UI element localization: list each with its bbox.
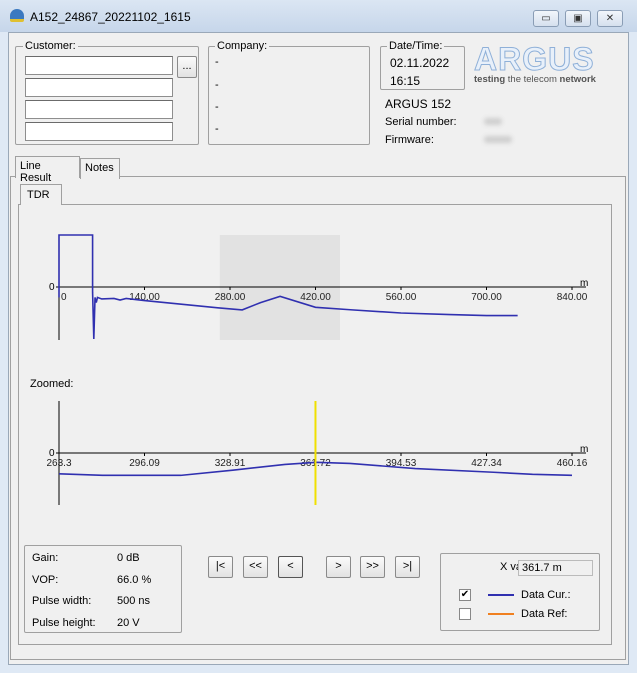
x-tick-label: 427.34 — [471, 458, 502, 469]
tab-line-result[interactable]: Line Result — [15, 156, 80, 184]
info-label: VOP: — [32, 573, 59, 586]
data-cur-line-swatch — [488, 594, 514, 596]
tab-tdr[interactable]: TDR — [20, 184, 62, 205]
x-tick-label: 328.91 — [215, 458, 246, 469]
x-value-field: 361.7 m — [518, 560, 593, 576]
info-value: 500 ns — [117, 595, 151, 607]
x-tick-label: 280.00 — [215, 292, 246, 303]
data-cur-label: Data Cur.: — [521, 589, 571, 601]
forward-button[interactable]: > — [326, 556, 351, 578]
x-tick-label: 296.09 — [129, 458, 160, 469]
data-cur-checkbox[interactable]: ✔ — [459, 589, 471, 601]
fast-forward-button[interactable]: >> — [360, 556, 385, 578]
info-value: 66.0 % — [117, 573, 152, 586]
x-tick-label: 263.3 — [46, 458, 71, 469]
info-value: 20 V — [117, 616, 140, 629]
x-tick-label: 0 — [61, 292, 67, 303]
data-ref-checkbox[interactable] — [459, 608, 471, 620]
back-button[interactable]: < — [278, 556, 303, 578]
info-label: Pulse width: — [32, 595, 92, 607]
y-tick-label: 0 — [49, 282, 55, 293]
x-axis-unit: m — [580, 278, 588, 289]
info-label: Gain: — [32, 552, 59, 564]
x-tick-label: 420.00 — [300, 292, 331, 303]
info-label: Pulse height: — [32, 616, 96, 629]
x-tick-label: 460.16 — [557, 458, 588, 469]
info-value: 0 dB — [117, 552, 140, 564]
x-tick-label: 560.00 — [386, 292, 417, 303]
data-ref-label: Data Ref: — [521, 608, 568, 620]
fast-back-button[interactable]: << — [243, 556, 268, 578]
x-axis-unit: m — [580, 444, 588, 455]
zoomed-label: Zoomed: — [30, 378, 74, 390]
x-tick-label: 840.00 — [557, 292, 588, 303]
last-button[interactable]: >| — [395, 556, 420, 578]
x-tick-label: 700.00 — [471, 292, 502, 303]
tdr-charts[interactable]: 0 m0 140.00 280.00 420.00 560.00 700.00 840.000… — [0, 0, 637, 540]
first-button[interactable]: |< — [208, 556, 233, 578]
data-ref-line-swatch — [488, 613, 514, 615]
